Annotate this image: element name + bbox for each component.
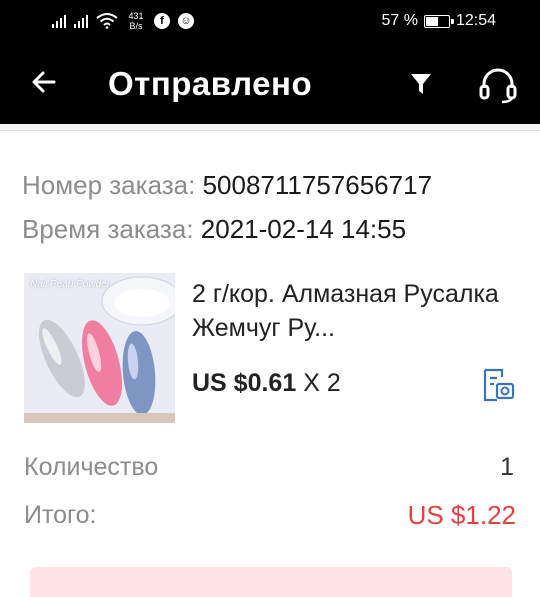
total-value: US $1.22 xyxy=(407,500,516,530)
product-qty-multiplier: X 2 xyxy=(303,369,341,397)
clock: 12:54 xyxy=(455,12,496,29)
product-title[interactable]: 2 г/кор. Алмазная Русалка Жемчуг Ру... xyxy=(192,277,502,345)
app-bar: Отправлено xyxy=(0,42,540,124)
quantity-label: Количество xyxy=(24,453,159,481)
net-speed-value: 431 xyxy=(128,11,144,21)
status-left-icons: 431 B/s f ☺ xyxy=(52,0,194,42)
price-line: US $0.61 X 2 xyxy=(192,367,341,399)
quantity-value: 1 xyxy=(500,453,514,481)
battery-fill xyxy=(425,16,438,26)
battery-percent: 57 % xyxy=(381,12,418,29)
net-speed-unit: B/s xyxy=(129,21,143,31)
wifi-icon xyxy=(96,13,118,29)
status-bar: 431 B/s f ☺ 57 % 12:54 xyxy=(0,0,540,42)
signal-2-icon xyxy=(74,14,88,28)
app-notification-icon: ☺ xyxy=(178,13,194,29)
back-arrow-icon[interactable] xyxy=(26,64,62,100)
total-label: Итого: xyxy=(24,501,97,529)
order-number-value: 5008711757656717 xyxy=(202,170,433,200)
product-price: US $0.61 xyxy=(192,369,297,397)
order-number-label: Номер заказа: xyxy=(22,170,196,200)
filter-icon[interactable] xyxy=(406,69,436,99)
status-right: 57 % 12:54 xyxy=(381,0,496,42)
page-title: Отправлено xyxy=(108,65,313,102)
document-snapshot-icon[interactable] xyxy=(480,367,516,403)
order-time-row: Время заказа: 2021-02-14 14:55 xyxy=(22,213,406,245)
battery-icon xyxy=(423,14,454,28)
order-time-label: Время заказа: xyxy=(22,214,194,244)
nail-powder-image xyxy=(24,273,175,423)
order-number-row: Номер заказа: 5008711757656717 xyxy=(22,169,432,201)
order-time-value: 2021-02-14 14:55 xyxy=(200,214,407,244)
product-image[interactable]: Nail Pearl Powder xyxy=(24,273,175,423)
net-speed: 431 B/s xyxy=(126,11,146,31)
facebook-icon: f xyxy=(154,13,170,29)
action-button[interactable] xyxy=(30,567,512,597)
image-caption: Nail Pearl Powder xyxy=(30,279,111,290)
signal-1-icon xyxy=(52,14,66,28)
headset-icon[interactable] xyxy=(476,64,520,104)
order-card: Номер заказа: 5008711757656717 Время зак… xyxy=(0,130,540,597)
